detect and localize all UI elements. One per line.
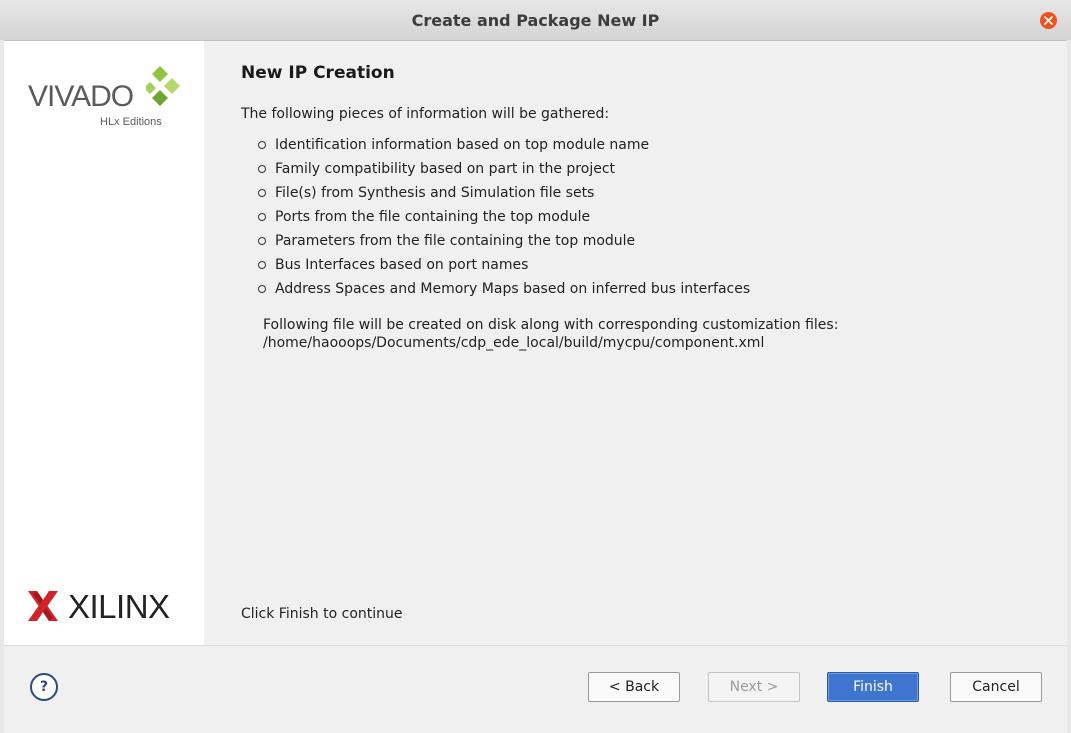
back-button[interactable]: < Back [588, 672, 680, 702]
next-button[interactable]: Next > [708, 672, 800, 702]
button-bar: ? < Back Next > Finish Cancel [4, 645, 1067, 730]
close-button[interactable] [1040, 12, 1057, 29]
xilinx-mark-icon [28, 591, 58, 621]
vivado-logo-subtitle: HLx Editions [100, 116, 162, 128]
close-icon [1044, 16, 1053, 25]
page-heading: New IP Creation [241, 63, 395, 83]
continue-text: Click Finish to continue [241, 606, 403, 622]
bullet-icon [258, 237, 266, 245]
bullet-icon [258, 213, 266, 221]
list-item-text: Address Spaces and Memory Maps based on … [275, 281, 751, 297]
finish-button[interactable]: Finish [827, 672, 919, 702]
list-item: Identification information based on top … [258, 136, 750, 160]
vivado-logo: VIVADO HLx Editions [28, 66, 188, 136]
list-item: File(s) from Synthesis and Simulation fi… [258, 184, 750, 208]
list-item-text: Family compatibility based on part in th… [275, 161, 616, 177]
xilinx-logo-text: XILINX [68, 588, 170, 625]
bullet-icon [258, 285, 266, 293]
side-panel: VIVADO HLx Editions XILINX [4, 41, 204, 645]
xilinx-logo: XILINX [28, 586, 188, 626]
title-bar[interactable]: Create and Package New IP [0, 0, 1071, 41]
list-item-text: Ports from the file containing the top m… [275, 209, 591, 225]
list-item-text: File(s) from Synthesis and Simulation fi… [275, 185, 595, 201]
vivado-mark-icon [146, 66, 180, 106]
intro-text: The following pieces of information will… [241, 106, 610, 122]
list-item: Ports from the file containing the top m… [258, 208, 750, 232]
list-item-text: Identification information based on top … [275, 137, 650, 153]
bullet-icon [258, 189, 266, 197]
info-list: Identification information based on top … [258, 136, 750, 304]
list-item-text: Bus Interfaces based on port names [275, 257, 529, 273]
help-icon: ? [39, 679, 49, 695]
list-item: Bus Interfaces based on port names [258, 256, 750, 280]
list-item: Family compatibility based on part in th… [258, 160, 750, 184]
background-edge-right [1067, 40, 1071, 733]
file-note-description: Following file will be created on disk a… [263, 317, 839, 333]
list-item: Parameters from the file containing the … [258, 232, 750, 256]
help-button[interactable]: ? [30, 673, 58, 701]
main-content: New IP Creation The following pieces of … [204, 41, 1067, 645]
dialog-window: Create and Package New IP VIVADO HLx Edi… [0, 0, 1071, 733]
bullet-icon [258, 165, 266, 173]
window-title: Create and Package New IP [411, 11, 660, 30]
bullet-icon [258, 141, 266, 149]
list-item: Address Spaces and Memory Maps based on … [258, 280, 750, 304]
file-note: Following file will be created on disk a… [263, 316, 838, 352]
vivado-logo-text: VIVADO [28, 80, 134, 113]
bullet-icon [258, 261, 266, 269]
file-path: /home/haooops/Documents/cdp_ede_local/bu… [263, 335, 765, 351]
cancel-button[interactable]: Cancel [950, 672, 1042, 702]
list-item-text: Parameters from the file containing the … [275, 233, 636, 249]
